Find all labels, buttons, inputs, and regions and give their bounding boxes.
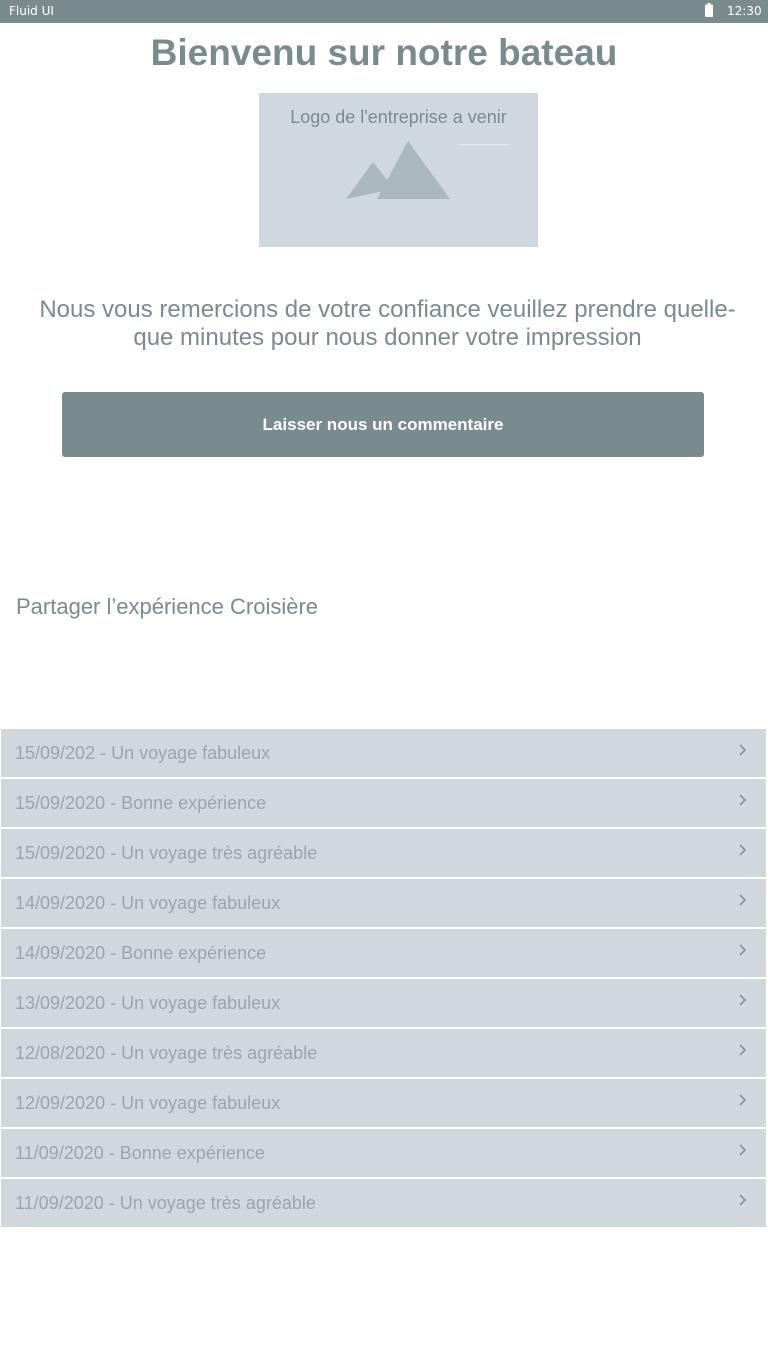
chevron-right-icon xyxy=(739,1144,746,1156)
chevron-right-icon xyxy=(739,744,746,756)
review-item[interactable]: 15/09/202 - Un voyage fabuleux xyxy=(1,729,766,777)
review-label: 15/09/202 - Un voyage fabuleux xyxy=(15,743,271,763)
review-item[interactable]: 12/09/2020 - Un voyage fabuleux xyxy=(1,1079,766,1127)
review-label: 15/09/2020 - Un voyage très agréable xyxy=(15,843,318,863)
review-label: 12/09/2020 - Un voyage fabuleux xyxy=(15,1093,281,1113)
review-item[interactable]: 14/09/2020 - Un voyage fabuleux xyxy=(1,879,766,927)
battery-icon xyxy=(705,3,713,17)
review-item[interactable]: 13/09/2020 - Un voyage fabuleux xyxy=(1,979,766,1027)
mountain-image-icon xyxy=(346,141,450,199)
review-label: 12/08/2020 - Un voyage très agréable xyxy=(15,1043,318,1063)
review-item[interactable]: 12/08/2020 - Un voyage très agréable xyxy=(1,1029,766,1077)
chevron-right-icon xyxy=(739,794,746,806)
review-item[interactable]: 15/09/2020 - Bonne expérience xyxy=(1,779,766,827)
intro-text: Nous vous remercions de votre confiance … xyxy=(39,296,736,351)
review-label: 14/09/2020 - Un voyage fabuleux xyxy=(15,893,281,913)
review-label: 13/09/2020 - Un voyage fabuleux xyxy=(15,993,281,1013)
review-item[interactable]: 15/09/2020 - Un voyage très agréable xyxy=(1,829,766,877)
share-section-title: Partager l’expérience Croisière xyxy=(16,594,319,619)
chevron-right-icon xyxy=(739,1194,746,1206)
review-label: 11/09/2020 - Un voyage très agréable xyxy=(15,1193,316,1213)
chevron-right-icon xyxy=(739,894,746,906)
chevron-right-icon xyxy=(739,1094,746,1106)
review-label: 14/09/2020 - Bonne expérience xyxy=(15,943,267,963)
logo-divider xyxy=(459,144,509,145)
review-label: 15/09/2020 - Bonne expérience xyxy=(15,793,267,813)
review-item[interactable]: 11/09/2020 - Un voyage très agréable xyxy=(1,1179,766,1227)
page-title: Bienvenu sur notre bateau xyxy=(150,32,618,73)
logo-caption: Logo de l'entreprise a venir xyxy=(290,107,507,127)
review-item[interactable]: 14/09/2020 - Bonne expérience xyxy=(1,929,766,977)
status-bar: Fluid UI 12:30 xyxy=(0,0,768,23)
review-item[interactable]: 11/09/2020 - Bonne expérience xyxy=(1,1129,766,1177)
status-time: 12:30 xyxy=(727,4,762,18)
status-app-name: Fluid UI xyxy=(9,4,54,18)
logo-placeholder: Logo de l'entreprise a venir xyxy=(259,93,538,247)
chevron-right-icon xyxy=(739,844,746,856)
chevron-right-icon xyxy=(739,994,746,1006)
review-label: 11/09/2020 - Bonne expérience xyxy=(15,1143,265,1163)
chevron-right-icon xyxy=(739,944,746,956)
chevron-right-icon xyxy=(739,1044,746,1056)
leave-comment-button[interactable]: Laisser nous un commentaire xyxy=(62,392,704,457)
review-list: 15/09/202 - Un voyage fabuleux 15/09/202… xyxy=(1,729,766,1229)
